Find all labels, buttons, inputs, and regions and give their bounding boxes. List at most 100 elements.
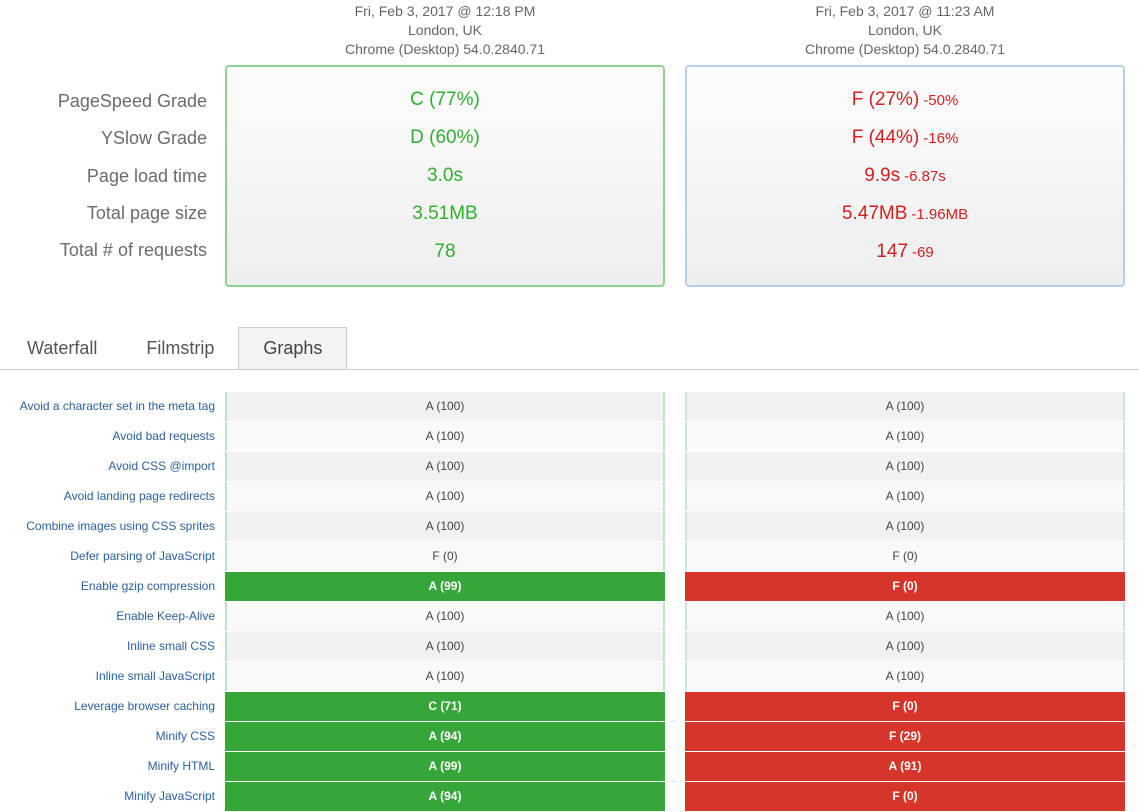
rule-cell-left: A (100) <box>225 392 665 421</box>
rule-cell-right: A (100) <box>685 602 1125 631</box>
metric-loadtime: 9.9s-6.87s <box>687 158 1123 193</box>
rule-label: Minify HTML <box>0 752 225 781</box>
rule-row: Inline small JavaScript A (100) A (100) <box>0 662 1139 692</box>
metric-pagesize: 5.47MB-1.96MB <box>687 196 1123 231</box>
rule-cell-right: F (0) <box>685 692 1125 721</box>
rule-row: Avoid a character set in the meta tag A (… <box>0 392 1139 422</box>
summary-box-left: C (77%) D (60%) 3.0s 3.51MB 78 <box>225 65 665 287</box>
rule-cell-right: A (100) <box>685 422 1125 451</box>
rule-cell-left: A (99) <box>225 752 665 781</box>
tab-graphs[interactable]: Graphs <box>238 327 347 369</box>
rule-row: Minify CSS A (94) F (29) <box>0 722 1139 752</box>
label-loadtime: Page load time <box>0 159 207 193</box>
rule-label: Inline small CSS <box>0 632 225 661</box>
rule-cell-right: A (100) <box>685 452 1125 481</box>
rule-label: Minify JavaScript <box>0 782 225 811</box>
rule-label: Avoid bad requests <box>0 422 225 451</box>
rule-label: Combine images using CSS sprites <box>0 512 225 541</box>
page-root: Fri, Feb 3, 2017 @ 12:18 PM London, UK C… <box>0 0 1139 812</box>
metric-pagespeed: F (27%)-50% <box>687 82 1123 117</box>
rule-link[interactable]: Avoid landing page redirects <box>64 489 215 503</box>
run-meta-right: Fri, Feb 3, 2017 @ 11:23 AM London, UK C… <box>685 0 1125 59</box>
rule-link[interactable]: Inline small CSS <box>127 639 215 653</box>
label-pagesize: Total page size <box>0 196 207 230</box>
rule-row: Inline small CSS A (100) A (100) <box>0 632 1139 662</box>
rule-row: Avoid bad requests A (100) A (100) <box>0 422 1139 452</box>
rule-cell-left: A (100) <box>225 662 665 691</box>
tabs: Waterfall Filmstrip Graphs <box>0 327 1139 370</box>
rule-cell-left: C (71) <box>225 692 665 721</box>
rule-row: Avoid landing page redirects A (100) A (10… <box>0 482 1139 512</box>
label-pagespeed: PageSpeed Grade <box>0 84 207 118</box>
rule-link[interactable]: Avoid a character set in the meta tag <box>20 399 215 413</box>
rule-row: Combine images using CSS spritesA (100)A… <box>0 512 1139 542</box>
rule-cell-left: A (100) <box>225 452 665 481</box>
rules-table: Avoid a character set in the meta tag A (… <box>0 392 1139 812</box>
rule-label: Avoid landing page redirects <box>0 482 225 511</box>
rule-link[interactable]: Minify JavaScript <box>124 789 215 803</box>
run-location: London, UK <box>685 21 1125 40</box>
rule-row: Minify HTML A (99) A (91) <box>0 752 1139 782</box>
rule-cell-right: A (100) <box>685 392 1125 421</box>
rule-cell-left: A (100) <box>225 602 665 631</box>
summary-labels: PageSpeed Grade YSlow Grade Page load ti… <box>0 65 225 287</box>
rule-link[interactable]: Defer parsing of JavaScript <box>70 549 215 563</box>
rule-row: Enable Keep-Alive A (100) A (100) <box>0 602 1139 632</box>
label-yslow: YSlow Grade <box>0 121 207 155</box>
rule-cell-left: A (100) <box>225 422 665 451</box>
summary-row: PageSpeed Grade YSlow Grade Page load ti… <box>0 65 1139 287</box>
rule-cell-right: A (100) <box>685 662 1125 691</box>
rule-link[interactable]: Combine images using CSS sprites <box>26 519 215 533</box>
rule-cell-right: A (91) <box>685 752 1125 781</box>
rule-label: Avoid CSS @import <box>0 452 225 481</box>
tab-waterfall[interactable]: Waterfall <box>2 327 122 369</box>
metric-requests: 78 <box>227 234 663 269</box>
rule-link[interactable]: Inline small JavaScript <box>96 669 215 683</box>
run-location: London, UK <box>225 21 665 40</box>
top-meta-row: Fri, Feb 3, 2017 @ 12:18 PM London, UK C… <box>0 0 1139 59</box>
rule-label: Inline small JavaScript <box>0 662 225 691</box>
label-requests: Total # of requests <box>0 233 207 267</box>
rule-cell-left: A (94) <box>225 722 665 751</box>
rule-row: Enable gzip compression A (99) F (0) <box>0 572 1139 602</box>
rule-cell-left: A (100) <box>225 482 665 511</box>
rule-cell-left: A (94) <box>225 782 665 811</box>
rule-label: Enable Keep-Alive <box>0 602 225 631</box>
rule-row: Defer parsing of JavaScriptF (0)F (0) <box>0 542 1139 572</box>
summary-box-right: F (27%)-50% F (44%)-16% 9.9s-6.87s 5.47M… <box>685 65 1125 287</box>
rule-link[interactable]: Enable Keep-Alive <box>116 609 215 623</box>
run-browser: Chrome (Desktop) 54.0.2840.71 <box>225 40 665 59</box>
rule-cell-right: F (0) <box>685 782 1125 811</box>
rule-label: Leverage browser caching <box>0 692 225 721</box>
run-meta-left: Fri, Feb 3, 2017 @ 12:18 PM London, UK C… <box>225 0 665 59</box>
rule-cell-right: A (100) <box>685 632 1125 661</box>
run-timestamp: Fri, Feb 3, 2017 @ 11:23 AM <box>685 2 1125 21</box>
rule-label: Minify CSS <box>0 722 225 751</box>
rule-link[interactable]: Enable gzip compression <box>81 579 215 593</box>
run-browser: Chrome (Desktop) 54.0.2840.71 <box>685 40 1125 59</box>
rule-cell-right: A (100) <box>685 482 1125 511</box>
rule-link[interactable]: Avoid CSS @import <box>108 459 215 473</box>
rule-link[interactable]: Avoid bad requests <box>112 429 215 443</box>
metric-pagesize: 3.51MB <box>227 196 663 231</box>
rule-cell-left: A (100) <box>225 632 665 661</box>
rule-cell-right: F (0) <box>685 542 1125 571</box>
rule-cell-right: F (0) <box>685 572 1125 601</box>
rule-row: Avoid CSS @import A (100) A (100) <box>0 452 1139 482</box>
rule-label: Defer parsing of JavaScript <box>0 542 225 571</box>
rule-link[interactable]: Minify HTML <box>148 759 215 773</box>
rule-cell-left: A (100) <box>225 512 665 541</box>
metric-pagespeed: C (77%) <box>227 82 663 117</box>
metric-yslow: D (60%) <box>227 120 663 155</box>
rule-label: Avoid a character set in the meta tag <box>0 392 225 421</box>
rule-link[interactable]: Minify CSS <box>156 729 215 743</box>
rule-cell-right: F (29) <box>685 722 1125 751</box>
metric-loadtime: 3.0s <box>227 158 663 193</box>
run-timestamp: Fri, Feb 3, 2017 @ 12:18 PM <box>225 2 665 21</box>
rule-cell-left: A (99) <box>225 572 665 601</box>
metric-yslow: F (44%)-16% <box>687 120 1123 155</box>
rule-label: Enable gzip compression <box>0 572 225 601</box>
rule-link[interactable]: Leverage browser caching <box>74 699 215 713</box>
tab-filmstrip[interactable]: Filmstrip <box>121 327 239 369</box>
metric-requests: 147-69 <box>687 234 1123 269</box>
